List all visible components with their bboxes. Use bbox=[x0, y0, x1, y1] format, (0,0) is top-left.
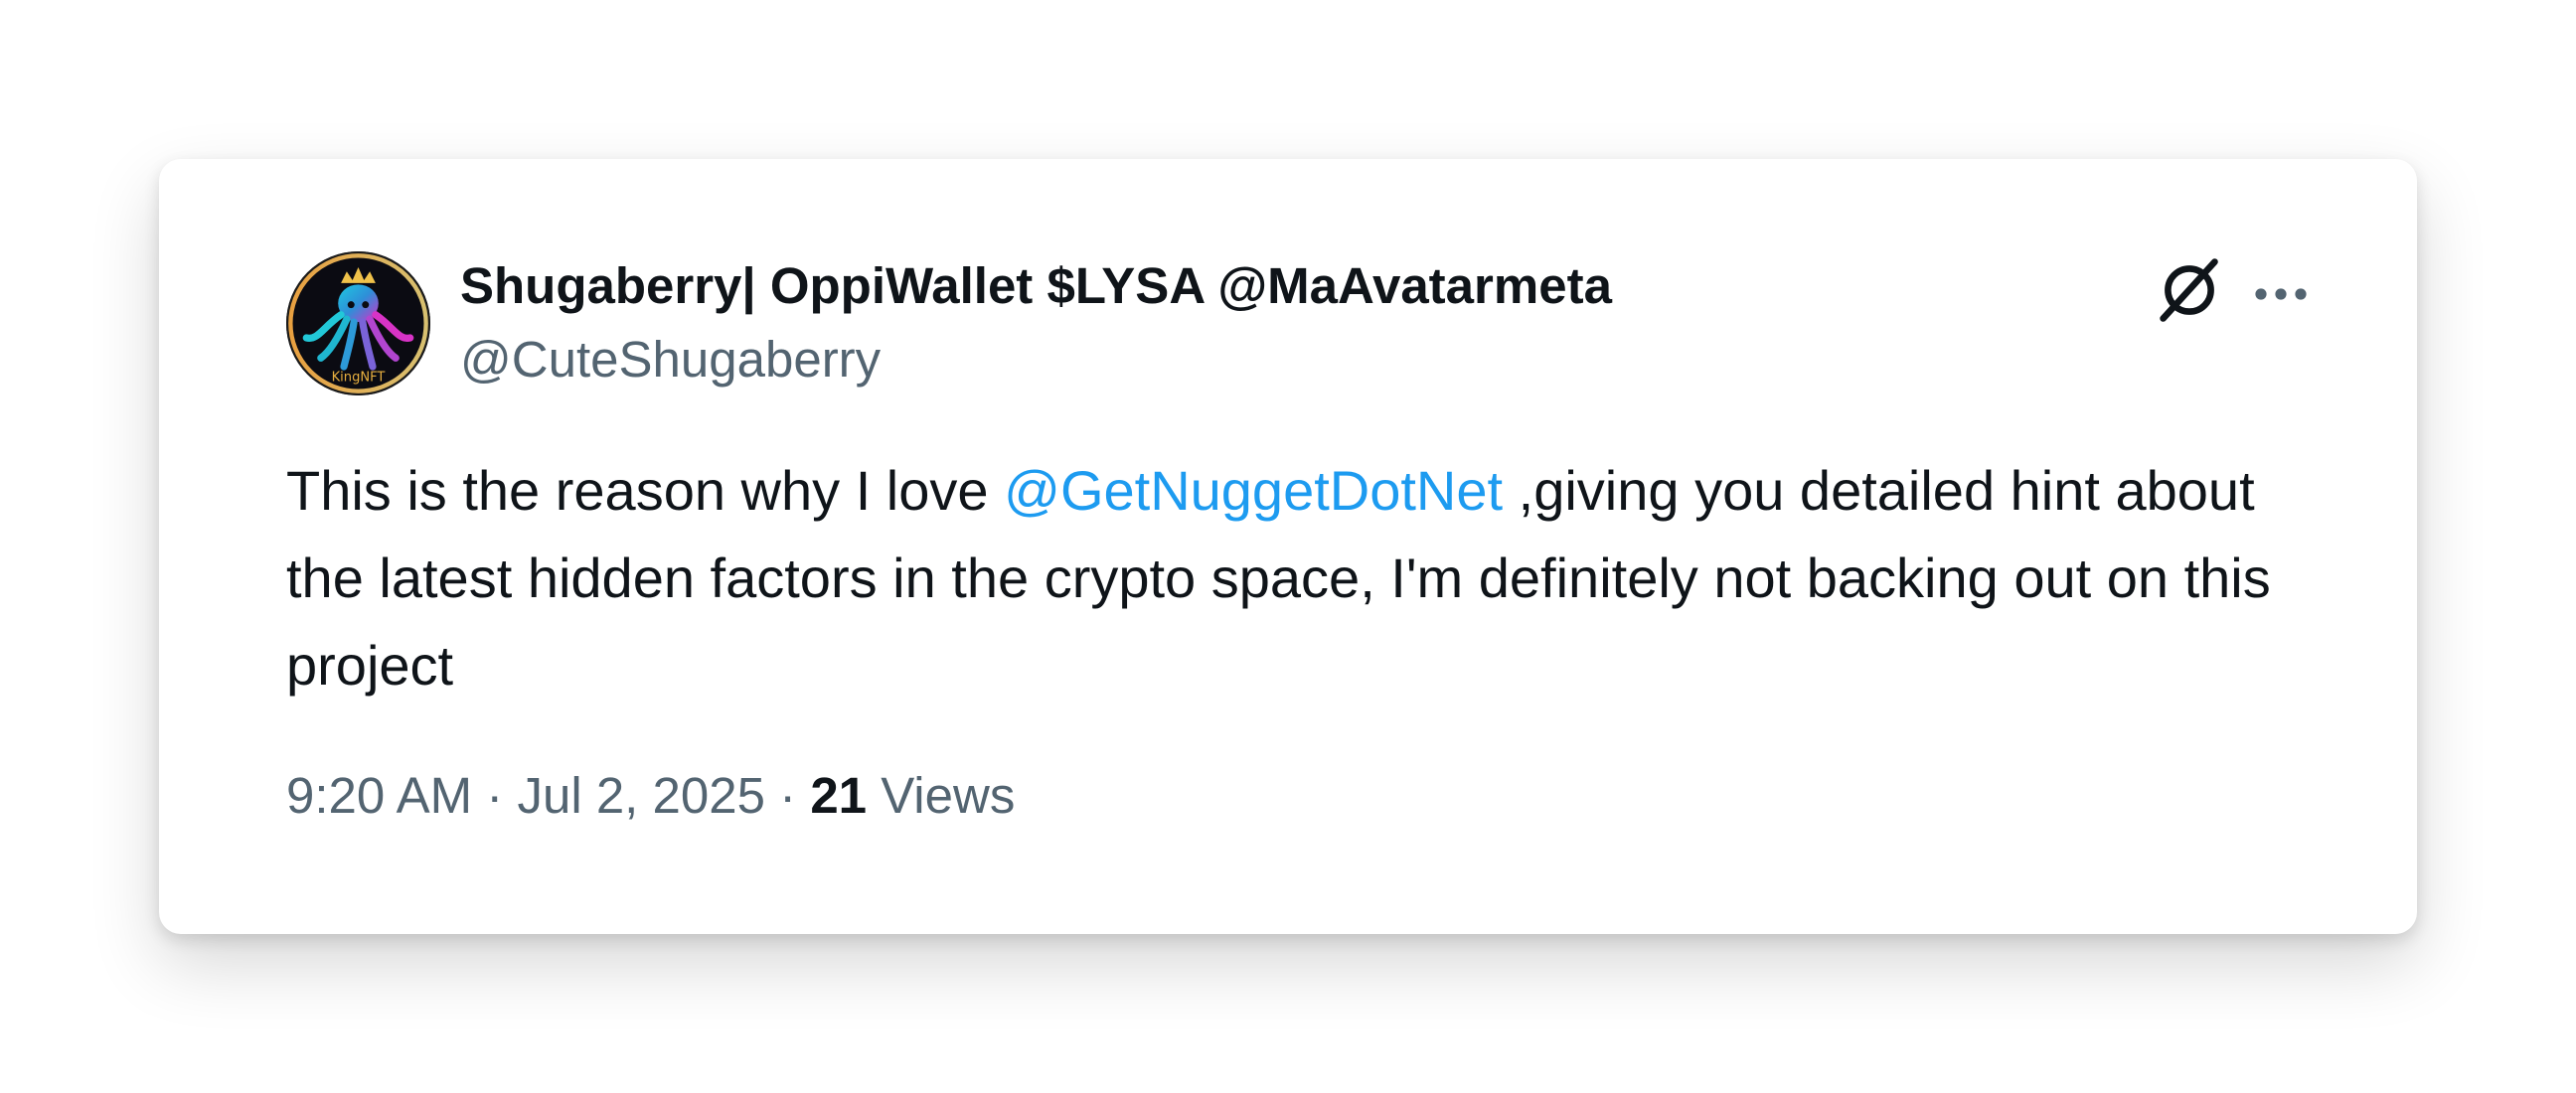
avatar[interactable]: KingNFT bbox=[286, 251, 430, 395]
tweet-text-part: This is the reason why I love bbox=[286, 459, 1005, 522]
tweet-card: KingNFT Shugaberry| OppiWallet $LYSA @Ma… bbox=[159, 159, 2417, 934]
views-count: 21 bbox=[810, 767, 868, 824]
separator: · bbox=[472, 767, 518, 824]
tweet-time[interactable]: 9:20 AM bbox=[286, 767, 472, 824]
more-options-icon[interactable] bbox=[2249, 262, 2313, 326]
separator: · bbox=[764, 767, 811, 824]
views-label: Views bbox=[867, 767, 1016, 824]
tweet-text: This is the reason why I love @GetNugget… bbox=[286, 447, 2314, 709]
tweet-date[interactable]: Jul 2, 2025 bbox=[517, 767, 765, 824]
user-handle[interactable]: @CuteShugaberry bbox=[460, 330, 881, 389]
mention-link[interactable]: @GetNuggetDotNet bbox=[1004, 459, 1503, 522]
svg-text:KingNFT: KingNFT bbox=[332, 371, 386, 386]
tweet-meta: 9:20 AM · Jul 2, 2025 · 21 Views bbox=[286, 766, 1015, 825]
display-name[interactable]: Shugaberry| OppiWallet $LYSA @MaAvatarme… bbox=[460, 256, 1612, 315]
grok-icon[interactable] bbox=[2154, 254, 2225, 326]
avatar-octopus-icon: KingNFT bbox=[288, 253, 428, 393]
